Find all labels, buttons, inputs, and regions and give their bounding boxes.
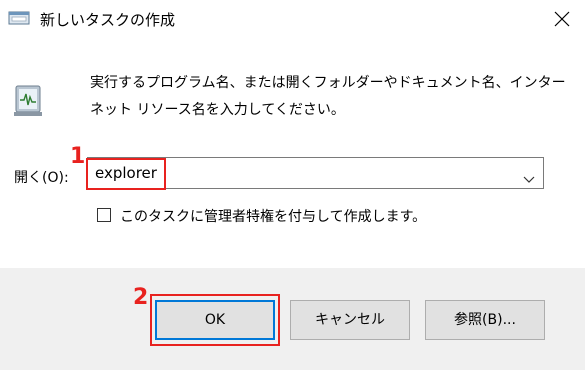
open-label: 開く(O): [14, 170, 69, 186]
admin-checkbox-label[interactable]: このタスクに管理者特権を付与して作成します。 [120, 206, 426, 226]
cancel-button[interactable]: キャンセル [290, 300, 410, 340]
annotation-box-2 [150, 294, 280, 346]
annotation-number-2: 2 [133, 285, 149, 310]
chevron-down-icon[interactable] [523, 169, 535, 188]
annotation-number-1: 1 [70, 144, 86, 169]
close-icon [554, 11, 570, 27]
instruction-text: 実行するプログラム名、または開くフォルダーやドキュメント名、インターネット リソ… [90, 75, 566, 118]
window-title: 新しいタスクの作成 [40, 11, 176, 29]
run-program-icon [12, 80, 60, 120]
close-button[interactable] [539, 0, 585, 38]
title-bar: 新しいタスクの作成 [0, 0, 585, 38]
browse-button[interactable]: 参照(B)... [425, 300, 545, 340]
run-dialog-icon [8, 10, 30, 26]
annotation-box-1 [86, 158, 166, 190]
admin-checkbox[interactable] [97, 208, 111, 222]
